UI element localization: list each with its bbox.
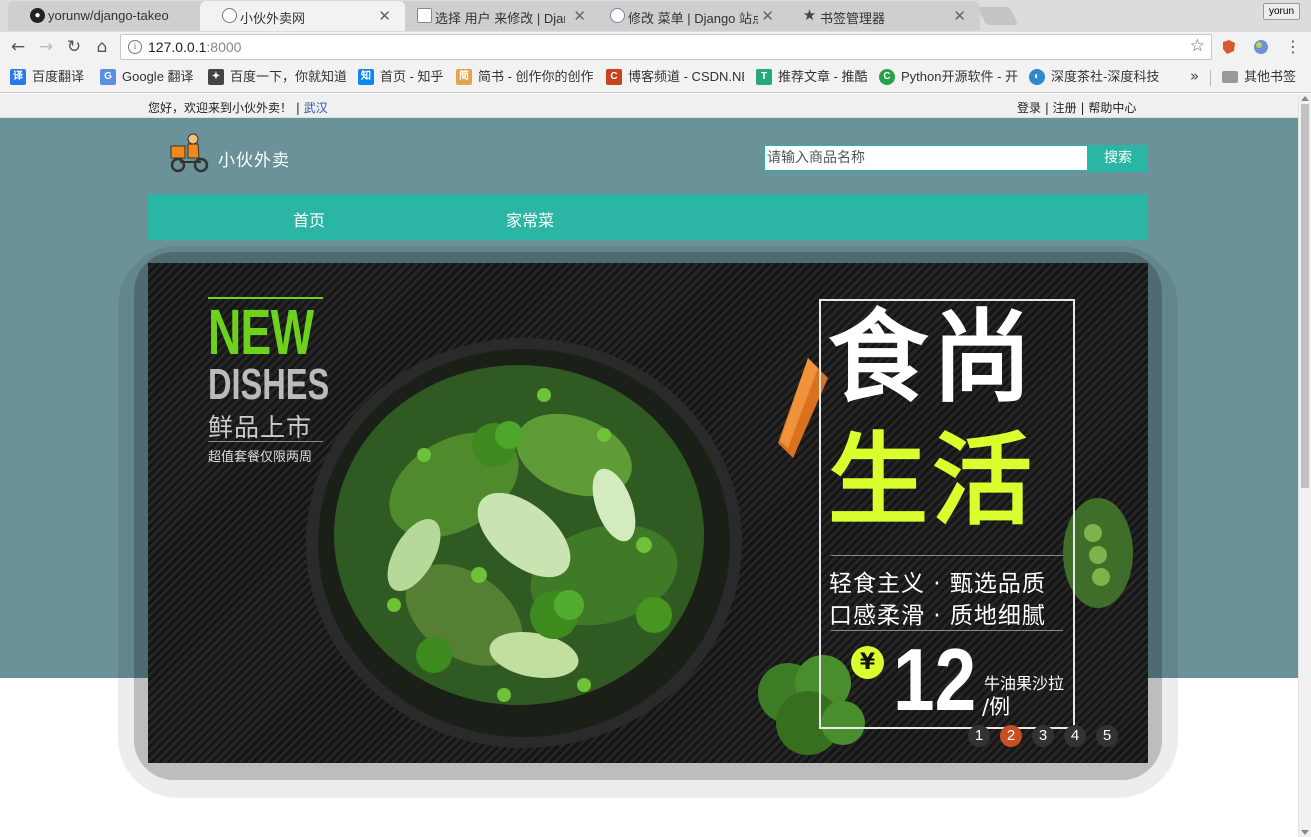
page-icon	[610, 8, 625, 23]
carousel-dot-active[interactable]: 2	[1000, 725, 1022, 747]
forward-icon[interactable]: →	[35, 36, 57, 58]
bookmark-item[interactable]: C Python开源软件 - 开	[879, 68, 1019, 86]
folder-icon	[1222, 71, 1238, 83]
tab-title: 选择 用户 来修改 | Djan	[435, 11, 565, 26]
tuicool-icon: T	[756, 69, 772, 85]
github-icon: ●	[30, 8, 45, 23]
banner-combo-text: 超值套餐仅限两周	[208, 450, 313, 465]
page-scrollbar[interactable]	[1298, 94, 1311, 837]
carousel-dot[interactable]: 4	[1064, 725, 1086, 747]
tab-xiaohuo[interactable]: 小伙外卖网 ✕	[200, 1, 405, 31]
google-translate-icon: G	[100, 69, 116, 85]
tab-select-user[interactable]: 选择 用户 来修改 | Djan ✕	[395, 1, 600, 31]
banner-price: 12	[893, 630, 977, 729]
tab-github[interactable]: ● yorunw/django-takeo	[8, 1, 208, 31]
carousel-dot[interactable]: 1	[968, 725, 990, 747]
user-links[interactable]: 登录 | 注册 | 帮助中心	[1017, 99, 1136, 116]
close-icon[interactable]: ✕	[761, 7, 774, 25]
banner-price-unit: /例	[982, 695, 1011, 719]
carousel-dot[interactable]: 5	[1096, 725, 1118, 747]
banner-fresh-text: 鲜品上市	[208, 413, 313, 442]
zhihu-icon: 知	[358, 69, 374, 85]
browser-toolbar: ← → ↻ ⌂ i 127.0.0.1:8000 ☆ ⋮	[0, 32, 1311, 62]
close-icon[interactable]: ✕	[378, 7, 391, 25]
extension-fox-icon[interactable]	[1221, 39, 1237, 55]
page-icon	[222, 8, 237, 23]
other-bookmarks-folder[interactable]: 其他书签	[1222, 68, 1302, 86]
browser-tab-bar: ● yorunw/django-takeo 小伙外卖网 ✕ 选择 用户 来修改 …	[0, 0, 1311, 32]
yen-icon: ¥	[851, 646, 884, 679]
divider	[1210, 70, 1211, 86]
jianshu-icon: 简	[456, 69, 472, 85]
profile-button[interactable]: yorun	[1263, 3, 1301, 20]
deepin-icon: ◐	[1029, 69, 1045, 85]
banner-tagline-2: 口感柔滑 · 质地细腻	[829, 603, 1046, 629]
banner-tagline-1: 轻食主义 · 甄选品质	[829, 571, 1046, 597]
reload-icon[interactable]: ↻	[63, 36, 85, 58]
banner-new-text: NEW	[208, 296, 314, 368]
tab-title: 小伙外卖网	[240, 11, 306, 26]
bookmark-item[interactable]: ✦ 百度一下，你就知道	[208, 68, 346, 86]
bookmark-item[interactable]: ◐ 深度茶社-深度科技	[1029, 68, 1169, 86]
city-link[interactable]: 武汉	[304, 101, 328, 115]
scroll-up-icon[interactable]	[1301, 96, 1309, 101]
url-text: 127.0.0.1:8000	[148, 39, 242, 55]
address-bar[interactable]: i 127.0.0.1:8000 ☆	[120, 34, 1212, 60]
search-input[interactable]	[764, 145, 1088, 171]
banner-headline-1: 食尚	[828, 299, 1036, 416]
bookmark-star-icon[interactable]: ☆	[1190, 36, 1205, 56]
star-icon: ★	[802, 7, 817, 24]
bookmark-item[interactable]: T 推荐文章 - 推酷	[756, 68, 868, 86]
new-tab-button[interactable]	[977, 7, 1019, 25]
bookmarks-bar: 译百度翻译 G Google 翻译 ✦ 百度一下，你就知道 知首页 - 知乎 简简书…	[0, 62, 1311, 93]
translate-icon: 译	[10, 69, 26, 85]
back-icon[interactable]: ←	[7, 36, 29, 58]
more-bookmarks-button[interactable]: »	[1190, 67, 1199, 85]
carousel-dot[interactable]: 3	[1032, 725, 1054, 747]
site-brand[interactable]: 小伙外卖	[218, 146, 290, 171]
info-icon[interactable]: i	[128, 40, 142, 54]
home-icon[interactable]: ⌂	[91, 36, 113, 58]
extension-globe-icon[interactable]	[1253, 39, 1269, 55]
scroll-down-icon[interactable]	[1301, 830, 1309, 835]
search-button[interactable]: 搜索	[1088, 145, 1148, 172]
document-icon	[417, 8, 432, 23]
banner-headline-2: 生活	[828, 422, 1036, 539]
welcome-text: 您好，欢迎来到小伙外卖！ | 武汉	[148, 101, 328, 115]
menu-icon[interactable]: ⋮	[1282, 36, 1304, 58]
tab-title: 书签管理器	[820, 11, 886, 26]
delivery-rider-logo-icon[interactable]	[168, 132, 210, 174]
scrollbar-thumb[interactable]	[1301, 104, 1309, 488]
bookmark-item[interactable]: C博客频道 - CSDN.NET	[606, 68, 744, 86]
close-icon[interactable]: ✕	[953, 7, 966, 25]
bookmark-item[interactable]: G Google 翻译	[100, 68, 196, 86]
oschina-icon: C	[879, 69, 895, 85]
carousel-banner[interactable]: NEW DISHES 鲜品上市 超值套餐仅限两周 食尚 生活 轻食主义 · 甄选…	[148, 263, 1148, 763]
nav-item-home[interactable]: 首页	[293, 207, 325, 231]
tab-bookmark-manager[interactable]: ★ 书签管理器 ✕	[780, 1, 980, 31]
salad-bowl-image	[306, 338, 742, 748]
baidu-icon: ✦	[208, 69, 224, 85]
tab-title: yorunw/django-takeo	[48, 8, 169, 23]
divider	[831, 555, 1063, 556]
page-viewport: 您好，欢迎来到小伙外卖！ | 武汉 登录 | 注册 | 帮助中心 小伙外卖 搜索…	[0, 94, 1298, 837]
bookmark-item[interactable]: 译百度翻译	[10, 68, 90, 86]
close-icon[interactable]: ✕	[573, 7, 586, 25]
tab-edit-menu[interactable]: 修改 菜单 | Django 站点 ✕	[588, 1, 788, 31]
bookmark-item[interactable]: 知首页 - 知乎	[358, 68, 448, 86]
csdn-icon: C	[606, 69, 622, 85]
site-top-bar: 您好，欢迎来到小伙外卖！ | 武汉 登录 | 注册 | 帮助中心	[0, 94, 1298, 118]
main-nav: 首页 家常菜	[148, 194, 1148, 240]
tab-title: 修改 菜单 | Django 站点	[628, 11, 758, 26]
nav-item-home-cooking[interactable]: 家常菜	[506, 207, 554, 231]
bookmark-item[interactable]: 简简书 - 创作你的创作	[456, 68, 596, 86]
